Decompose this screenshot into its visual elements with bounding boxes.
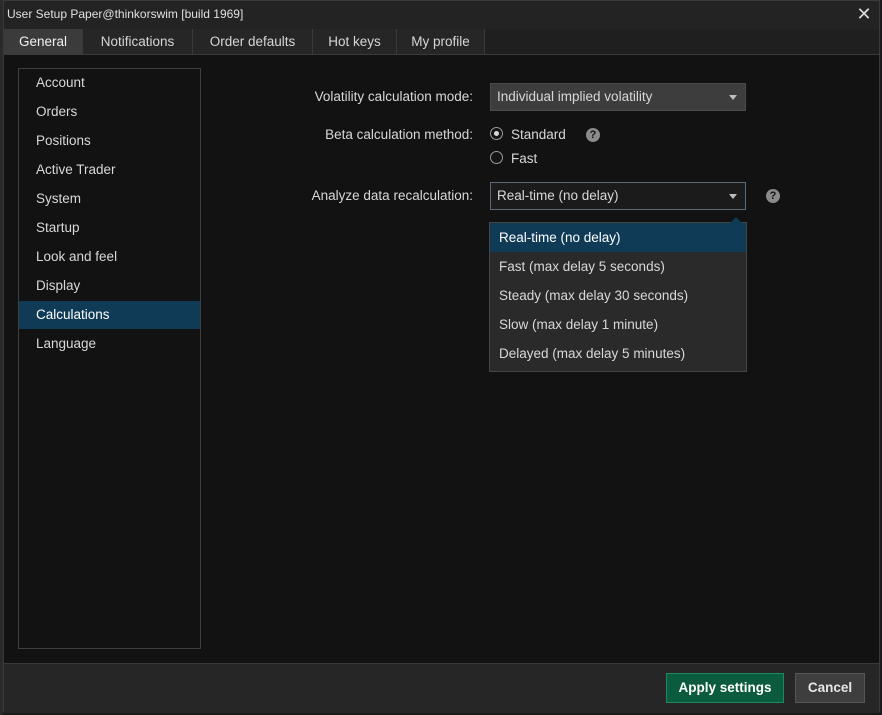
sidebar-item-language[interactable]: Language: [19, 330, 200, 358]
volatility-mode-value: Individual implied volatility: [497, 89, 653, 104]
sidebar-item-positions[interactable]: Positions: [19, 127, 200, 155]
radio-unchecked-icon: [490, 151, 503, 164]
beta-fast-label: Fast: [511, 151, 538, 166]
volatility-mode-select[interactable]: Individual implied volatility: [490, 83, 746, 111]
dialog-footer: Apply settings Cancel: [4, 663, 879, 713]
beta-help-icon[interactable]: ?: [586, 128, 600, 142]
sidebar-item-account[interactable]: Account: [19, 69, 200, 97]
window-title: User Setup Paper@thinkorswim [build 1969…: [7, 7, 244, 21]
tab-hot-keys[interactable]: Hot keys: [313, 29, 397, 54]
analyze-options-dropdown: Real-time (no delay) Fast (max delay 5 s…: [489, 217, 747, 372]
radio-checked-icon: [490, 127, 503, 140]
close-icon[interactable]: ✕: [855, 5, 873, 23]
analyze-recalculation-value: Real-time (no delay): [497, 188, 619, 203]
cancel-button[interactable]: Cancel: [795, 673, 865, 703]
beta-fast-radio[interactable]: Fast: [490, 150, 550, 168]
chevron-down-icon: [729, 194, 737, 199]
tab-notifications[interactable]: Notifications: [83, 29, 193, 54]
sidebar-item-display[interactable]: Display: [19, 272, 200, 300]
beta-standard-label: Standard: [511, 127, 566, 142]
apply-settings-button[interactable]: Apply settings: [666, 673, 784, 703]
option-steady[interactable]: Steady (max delay 30 seconds): [490, 281, 746, 310]
tab-general[interactable]: General: [4, 29, 83, 54]
sidebar-item-startup[interactable]: Startup: [19, 214, 200, 242]
sidebar-item-look-and-feel[interactable]: Look and feel: [19, 243, 200, 271]
tab-bar: General Notifications Order defaults Hot…: [4, 29, 879, 55]
option-delayed[interactable]: Delayed (max delay 5 minutes): [490, 339, 746, 368]
tab-my-profile[interactable]: My profile: [397, 29, 485, 54]
user-setup-dialog: User Setup Paper@thinkorswim [build 1969…: [3, 0, 880, 713]
option-real-time[interactable]: Real-time (no delay): [490, 223, 746, 252]
analyze-label: Analyze data recalculation:: [311, 188, 473, 203]
volatility-label: Volatility calculation mode:: [314, 89, 473, 104]
beta-label: Beta calculation method:: [325, 127, 473, 142]
sidebar-item-calculations[interactable]: Calculations: [19, 301, 200, 329]
tab-order-defaults[interactable]: Order defaults: [193, 29, 313, 54]
beta-standard-radio[interactable]: Standard: [490, 126, 570, 144]
settings-sidebar: Account Orders Positions Active Trader S…: [18, 68, 201, 649]
option-slow[interactable]: Slow (max delay 1 minute): [490, 310, 746, 339]
analyze-recalculation-select[interactable]: Real-time (no delay): [490, 182, 746, 210]
analyze-help-icon[interactable]: ?: [766, 189, 780, 203]
title-bar[interactable]: User Setup Paper@thinkorswim [build 1969…: [4, 1, 879, 29]
option-fast[interactable]: Fast (max delay 5 seconds): [490, 252, 746, 281]
sidebar-item-orders[interactable]: Orders: [19, 98, 200, 126]
sidebar-item-active-trader[interactable]: Active Trader: [19, 156, 200, 184]
chevron-down-icon: [729, 95, 737, 100]
sidebar-item-system[interactable]: System: [19, 185, 200, 213]
